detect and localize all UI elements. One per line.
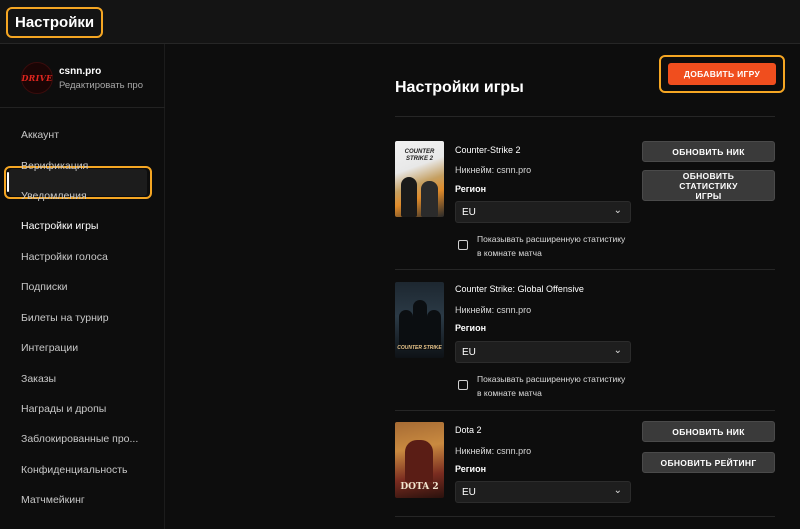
- game-divider: [395, 516, 775, 517]
- sidebar-item-orders[interactable]: Заказы: [21, 370, 56, 388]
- csgo-cover-image: COUNTER STRIKE: [395, 282, 444, 358]
- sidebar-item-privacy[interactable]: Конфиденциальность: [21, 461, 128, 479]
- region-select[interactable]: EU ⌄: [455, 481, 631, 503]
- sidebar-item-verification[interactable]: Верификация: [21, 157, 88, 175]
- csgo-cover-text: COUNTER STRIKE: [397, 345, 442, 351]
- sidebar-item-blocked-pros[interactable]: Заблокированные про...: [21, 430, 138, 448]
- extended-stats-label: Показывать расширенную статистику в комн…: [477, 234, 626, 258]
- cs2-figure-left: [401, 177, 417, 217]
- game-name: Counter Strike: Global Offensive: [455, 284, 584, 294]
- sidebar-item-account[interactable]: Аккаунт: [21, 126, 59, 144]
- extended-stats-checkbox[interactable]: [458, 380, 468, 390]
- extended-stats-label: Показывать расширенную статистику в комн…: [477, 374, 626, 398]
- dota2-figure: [405, 440, 433, 482]
- game-nickname: Никнейм: csnn.pro: [455, 446, 532, 456]
- region-label: Регион: [455, 184, 486, 194]
- sidebar-item-tournament-tickets[interactable]: Билеты на турнир: [21, 309, 109, 327]
- game-divider: [395, 410, 775, 411]
- csgo-figure-middle: [413, 300, 427, 350]
- dota2-cover-image: DOTA 2: [395, 422, 444, 498]
- avatar-logo-text: DRIVE: [21, 73, 53, 83]
- region-value: EU: [462, 207, 476, 218]
- profile-card[interactable]: DRIVE csnn.pro Редактировать про: [21, 62, 161, 96]
- csgo-figure-left: [399, 310, 413, 350]
- dota2-cover-text: DOTA 2: [400, 482, 439, 492]
- cs2-cover-text: COUNTER STRIKE 2: [404, 149, 435, 162]
- update-stats-button[interactable]: ОБНОВИТЬ СТАТИСТИКУ ИГРЫ: [642, 170, 775, 201]
- add-game-button[interactable]: ДОБАВИТЬ ИГРУ: [668, 63, 776, 85]
- sidebar-item-voice-settings[interactable]: Настройки голоса: [21, 248, 108, 266]
- active-item-marker: [7, 172, 9, 192]
- main-title: Настройки игры: [395, 79, 524, 96]
- csgo-figure-right: [427, 310, 441, 350]
- region-select[interactable]: EU ⌄: [455, 201, 631, 223]
- profile-name: csnn.pro: [59, 66, 102, 77]
- avatar[interactable]: DRIVE: [21, 62, 53, 94]
- game-name: Dota 2: [455, 425, 482, 435]
- chevron-down-icon: ⌄: [613, 485, 622, 496]
- chevron-down-icon: ⌄: [613, 345, 622, 356]
- sidebar-divider: [0, 107, 165, 108]
- sidebar-item-matchmaking[interactable]: Матчмейкинг: [21, 491, 85, 509]
- game-divider: [395, 269, 775, 270]
- update-rating-button[interactable]: ОБНОВИТЬ РЕЙТИНГ: [642, 452, 775, 473]
- game-name: Counter-Strike 2: [455, 145, 521, 155]
- update-nick-button[interactable]: ОБНОВИТЬ НИК: [642, 141, 775, 162]
- sidebar-item-game-settings[interactable]: Настройки игры: [21, 217, 98, 235]
- cs2-cover-image: COUNTER STRIKE 2: [395, 141, 444, 217]
- region-value: EU: [462, 487, 476, 498]
- extended-stats-checkbox[interactable]: [458, 240, 468, 250]
- top-bar: Настройки: [0, 0, 800, 44]
- section-divider: [395, 116, 775, 117]
- sidebar-item-subscriptions[interactable]: Подписки: [21, 278, 68, 296]
- game-nickname: Никнейм: csnn.pro: [455, 305, 532, 315]
- sidebar-item-integrations[interactable]: Интеграции: [21, 339, 78, 357]
- edit-profile-link[interactable]: Редактировать про: [59, 80, 143, 91]
- sidebar-item-rewards-drops[interactable]: Награды и дропы: [21, 400, 106, 418]
- region-value: EU: [462, 347, 476, 358]
- update-nick-button[interactable]: ОБНОВИТЬ НИК: [642, 421, 775, 442]
- region-label: Регион: [455, 323, 486, 333]
- game-nickname: Никнейм: csnn.pro: [455, 165, 532, 175]
- region-select[interactable]: EU ⌄: [455, 341, 631, 363]
- region-label: Регион: [455, 464, 486, 474]
- sidebar-item-notifications[interactable]: Уведомления: [21, 187, 87, 205]
- chevron-down-icon: ⌄: [613, 205, 622, 216]
- cs2-figure-right: [421, 181, 438, 217]
- page-title: Настройки: [6, 7, 104, 38]
